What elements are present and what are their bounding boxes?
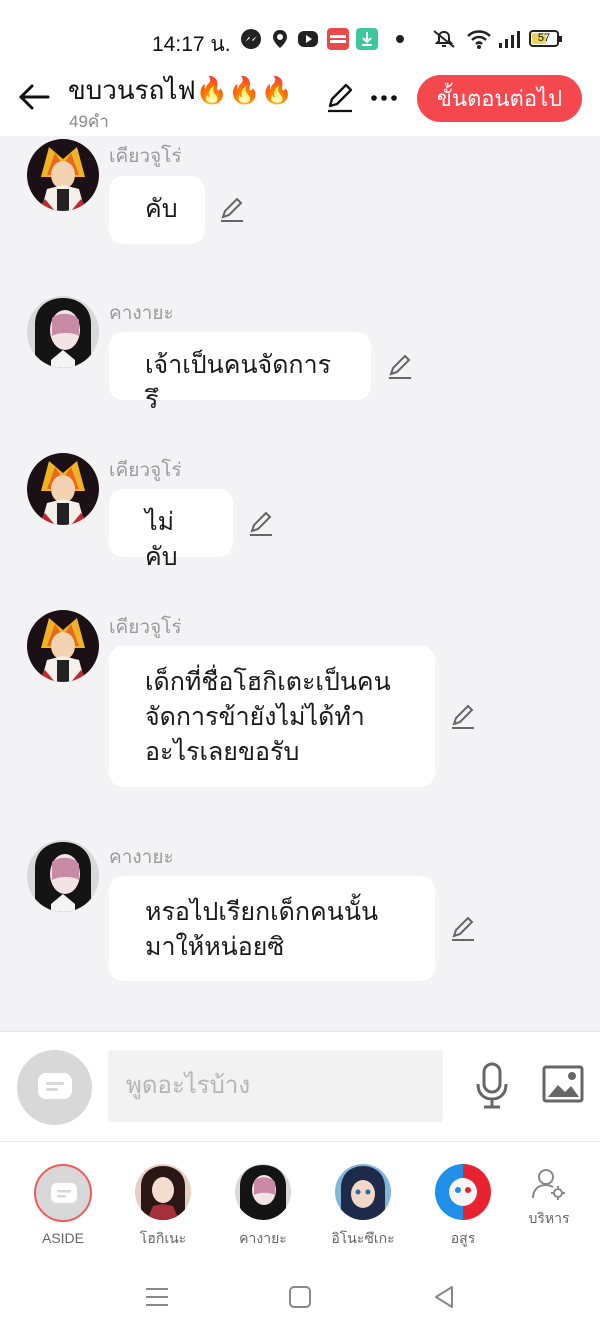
character-hokine[interactable]: โฮกิเนะ — [113, 1164, 213, 1250]
aside-toggle-button[interactable] — [17, 1050, 92, 1125]
more-options-icon[interactable] — [368, 84, 400, 112]
character-demon[interactable]: อสูร — [413, 1164, 513, 1250]
avatar-kyojuro[interactable] — [27, 610, 99, 682]
play-icon — [298, 31, 318, 47]
edit-message-icon[interactable] — [247, 510, 275, 538]
wifi-icon — [467, 30, 491, 49]
input-bar — [0, 1031, 600, 1141]
menu-icon[interactable] — [143, 1283, 171, 1311]
dot-icon — [396, 35, 404, 43]
character-avatar — [235, 1164, 291, 1220]
character-inosuke[interactable]: อิโนะซึเกะ — [313, 1164, 413, 1250]
chat-bubble-icon — [51, 1183, 77, 1203]
location-icon — [273, 30, 287, 48]
sender-name: เคียวจูโร่ — [109, 460, 182, 481]
mute-icon — [433, 30, 455, 48]
sender-name: เคียวจูโร่ — [109, 146, 182, 167]
status-time: 14:17 น. — [152, 33, 231, 56]
message-bubble[interactable]: เด็กที่ชื่อโฮกิเตะเป็นคน จัดการข้ายังไม่… — [109, 646, 435, 787]
character-avatar — [135, 1164, 191, 1220]
chat-area[interactable]: เคียวจูโร่ คับ คางายะ เจ้าเป็นคนจัดการรึ… — [0, 136, 600, 1031]
battery-level: 57 — [537, 32, 551, 44]
battery-icon: 57 — [529, 30, 562, 47]
status-bar: 14:17 น. 57 — [0, 0, 600, 70]
edit-pencil-icon[interactable] — [324, 82, 356, 114]
chat-header: ขบวนรถไฟ🔥🔥🔥 49คำ ขั้นตอนต่อไป — [0, 62, 600, 136]
home-icon[interactable] — [286, 1283, 314, 1311]
image-icon[interactable] — [542, 1065, 584, 1103]
message-bubble[interactable]: ไม่คับ — [109, 489, 233, 571]
character-label: อิโนะซึเกะ — [331, 1230, 395, 1246]
edit-message-icon[interactable] — [386, 353, 414, 381]
manage-characters-button[interactable]: บริหาร — [499, 1166, 599, 1230]
system-nav-bar — [0, 1261, 600, 1333]
message-bubble[interactable]: เจ้าเป็นคนจัดการรึ — [109, 332, 371, 414]
character-label: ASIDE — [41, 1230, 84, 1246]
avatar-kagaya[interactable] — [27, 296, 99, 368]
character-label: โฮกิเนะ — [139, 1230, 187, 1246]
character-avatar — [335, 1164, 391, 1220]
avatar-kyojuro[interactable] — [27, 453, 99, 525]
back-arrow-icon[interactable] — [16, 78, 54, 116]
character-aside[interactable]: ASIDE — [13, 1164, 113, 1246]
aside-avatar — [34, 1164, 92, 1222]
character-label: อสูร — [450, 1230, 476, 1246]
character-kagaya[interactable]: คางายะ — [213, 1164, 313, 1250]
character-avatar — [435, 1164, 491, 1220]
signal-icon — [499, 31, 520, 48]
download-icon — [356, 28, 378, 50]
edit-message-icon[interactable] — [218, 196, 246, 224]
character-bar: ASIDE โฮกิเนะ คางายะ อิโนะซึเกะ อสูร บริ… — [0, 1141, 600, 1261]
back-nav-icon[interactable] — [430, 1283, 458, 1311]
manga-toon-icon — [327, 28, 349, 50]
messenger-icon — [241, 29, 261, 49]
sender-name: คางายะ — [109, 303, 174, 324]
edit-message-icon[interactable] — [449, 703, 477, 731]
character-label: คางายะ — [239, 1230, 287, 1246]
avatar-kagaya[interactable] — [27, 840, 99, 912]
microphone-icon[interactable] — [474, 1062, 510, 1110]
word-count: 49คำ — [69, 112, 109, 131]
manage-user-icon — [532, 1169, 565, 1200]
edit-message-icon[interactable] — [449, 915, 477, 943]
sender-name: เคียวจูโร่ — [109, 617, 182, 638]
message-input[interactable] — [108, 1050, 443, 1122]
character-label: บริหาร — [528, 1210, 570, 1226]
chat-title: ขบวนรถไฟ🔥🔥🔥 — [68, 75, 293, 105]
message-bubble[interactable]: หรอไปเรียกเด็กคนนั้น มาให้หน่อยซิ — [109, 876, 435, 981]
message-bubble[interactable]: คับ — [109, 176, 205, 244]
sender-name: คางายะ — [109, 847, 174, 868]
next-step-button[interactable]: ขั้นตอนต่อไป — [417, 75, 582, 122]
avatar-kyojuro[interactable] — [27, 139, 99, 211]
chat-bubble-icon — [38, 1073, 72, 1099]
